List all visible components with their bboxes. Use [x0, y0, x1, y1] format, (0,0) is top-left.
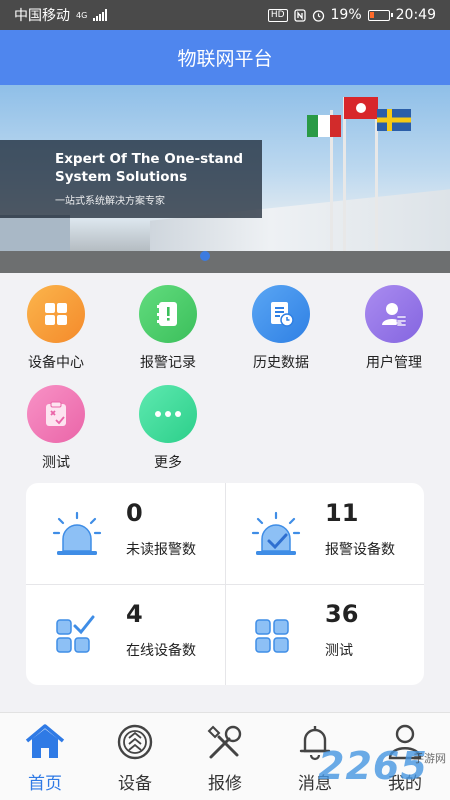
home-icon: [25, 724, 65, 758]
stat-label: 测试: [325, 643, 353, 659]
history-doc-icon: [252, 285, 310, 343]
watermark: 2265 手游网: [318, 740, 450, 800]
tab-label: 设备: [118, 774, 152, 794]
stat-test[interactable]: 36 测试: [225, 584, 424, 685]
stat-value: 0: [126, 499, 143, 527]
stat-value: 11: [325, 499, 359, 527]
page-title: 物联网平台: [177, 48, 273, 70]
flag-red-icon: [344, 97, 378, 119]
stat-value: 36: [325, 600, 359, 628]
nfc-icon: [293, 8, 306, 22]
carousel-indicator[interactable]: [200, 251, 210, 261]
menu-user-management[interactable]: 用户管理: [338, 285, 450, 372]
grid-blocks-icon: [255, 619, 289, 653]
watermark-number: 2265: [318, 744, 428, 788]
stat-label: 在线设备数: [126, 643, 196, 659]
stat-value: 4: [126, 600, 143, 628]
app-header: 物联网平台: [0, 30, 450, 85]
stat-unread-alarms[interactable]: 0 未读报警数: [26, 483, 225, 584]
banner-ground: [0, 251, 450, 273]
grid-icon: [27, 285, 85, 343]
tab-home[interactable]: 首页: [0, 723, 90, 794]
menu-label: 历史数据: [253, 355, 309, 371]
stat-label: 报警设备数: [325, 542, 395, 558]
stat-alarm-devices[interactable]: 11 报警设备数: [225, 483, 424, 584]
stats-card: 0 未读报警数 11 报警设备数 4 在线设备数 36 测试: [26, 483, 424, 685]
banner-headline: Expert Of The One-stand System Solutions: [55, 151, 244, 185]
menu-label: 更多: [154, 455, 182, 471]
signal-icon: [93, 9, 108, 21]
flag-pole: [343, 97, 346, 262]
alarm-check-icon: [251, 511, 301, 555]
battery-percent: 19%: [330, 7, 362, 23]
stat-online-devices[interactable]: 4 在线设备数: [26, 584, 225, 685]
repair-icon: [207, 725, 242, 759]
alarm-light-icon: [52, 511, 102, 555]
device-icon: [117, 724, 153, 760]
tab-label: 首页: [28, 774, 62, 794]
stat-label: 未读报警数: [126, 542, 196, 558]
menu-label: 设备中心: [28, 355, 84, 371]
clipboard-check-icon: [27, 385, 85, 443]
tab-repair[interactable]: 报修: [180, 723, 270, 794]
hd-icon: HD: [267, 8, 288, 22]
menu-alarm-records[interactable]: 报警记录: [112, 285, 224, 372]
menu-device-center[interactable]: 设备中心: [0, 285, 112, 372]
banner-caption: Expert Of The One-stand System Solutions…: [0, 140, 262, 218]
watermark-text: 手游网: [413, 752, 446, 765]
network-type: 4G: [76, 10, 88, 20]
flag-italy-icon: [307, 115, 341, 137]
online-devices-icon: [56, 615, 95, 653]
menu-test[interactable]: 测试: [0, 385, 112, 472]
more-dots-icon: [139, 385, 197, 443]
status-bar: 中国移动 4G HD 19% 20:49: [0, 0, 450, 30]
menu-history-data[interactable]: 历史数据: [225, 285, 337, 372]
carrier-name: 中国移动: [14, 8, 70, 24]
tab-device[interactable]: 设备: [90, 723, 180, 794]
clock-time: 20:49: [395, 7, 436, 23]
menu-label: 测试: [42, 455, 70, 471]
banner-carousel[interactable]: Expert Of The One-stand System Solutions…: [0, 85, 450, 273]
alert-book-icon: [139, 285, 197, 343]
user-manage-icon: [365, 285, 423, 343]
menu-more[interactable]: 更多: [112, 385, 224, 472]
banner-subline: 一站式系统解决方案专家: [55, 196, 165, 207]
alarm-clock-icon: [312, 9, 324, 22]
menu-label: 报警记录: [140, 355, 196, 371]
tab-label: 报修: [208, 774, 242, 794]
flag-sweden-icon: [377, 109, 411, 131]
menu-label: 用户管理: [366, 355, 422, 371]
battery-icon: [367, 9, 393, 21]
